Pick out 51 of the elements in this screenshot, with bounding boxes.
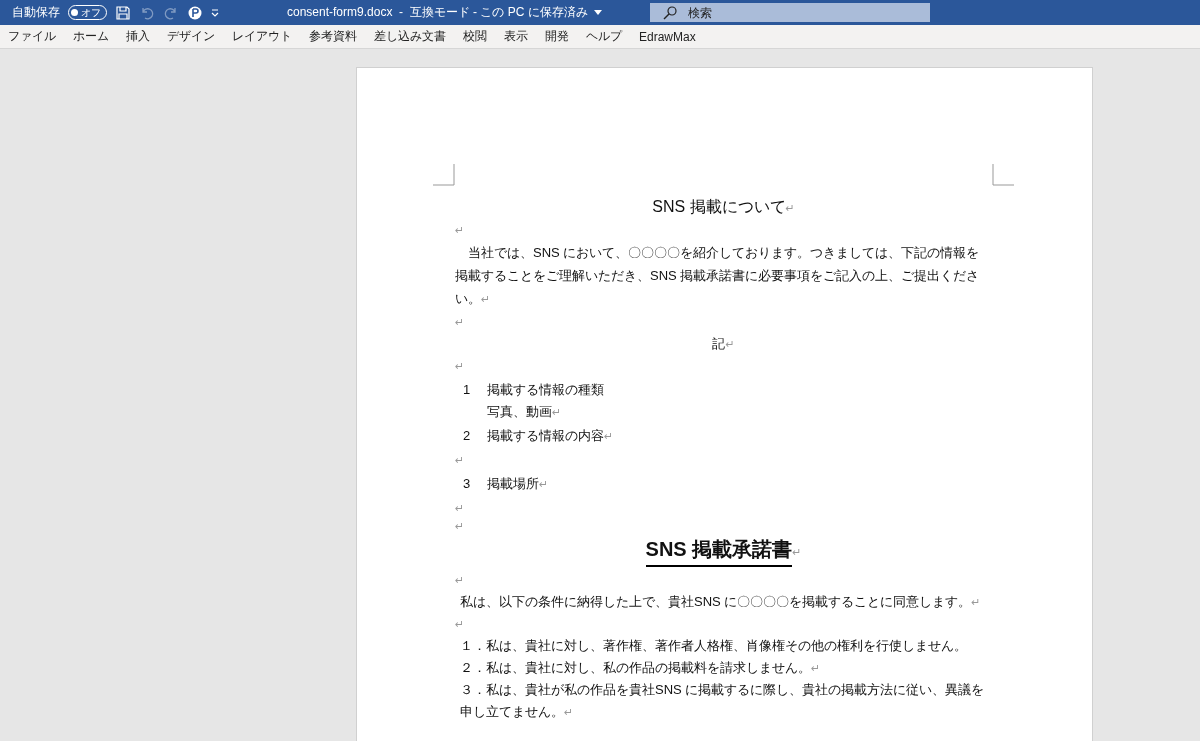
paragraph-mark: ↵ <box>604 430 614 442</box>
file-title[interactable]: consent-form9.docx - 互換モード - この PC に保存済み <box>287 4 588 21</box>
search-field[interactable]: 検索 <box>649 3 930 22</box>
paragraph-text: ２．私は、貴社に対し、私の作品の掲載料を請求しません。↵ <box>460 660 821 675</box>
paragraph-text: ３．私は、貴社が私の作品を貴社SNS に掲載するに際し、貴社の掲載方法に従い、異議を申し立てません。↵ <box>460 682 985 719</box>
ribbon-tab[interactable]: ホーム <box>73 25 117 48</box>
ribbon-tab[interactable]: 差し込み文書 <box>374 25 454 48</box>
item-number: 1 <box>463 381 472 399</box>
ribbon-tab[interactable]: ヘルプ <box>586 25 630 48</box>
ribbon-tab[interactable]: デザイン <box>167 25 223 48</box>
item-number: 2 <box>463 427 472 445</box>
ribbon-tab[interactable]: 表示 <box>504 25 536 48</box>
customize-caret-icon[interactable] <box>211 8 219 17</box>
caret-icon[interactable] <box>593 9 602 16</box>
body-paragraph: 当社では、SNS において、〇〇〇〇を紹介しております。つきましては、下記の情報を掲載することをご理解いただき、SNS 掲載承諾書に必要事項をご記入の上、ご提出ください。↵ <box>455 245 980 306</box>
document-title: SNS 掲載について <box>652 198 786 215</box>
paragraph-mark: ↵ <box>455 618 465 630</box>
form-heading: SNS 掲載承諾書 <box>645 538 793 567</box>
margin-corner-icon <box>433 164 455 186</box>
ribbon-tab[interactable]: 参考資料 <box>309 25 365 48</box>
paragraph-mark: ↵ <box>455 502 465 514</box>
ribbon-tab[interactable]: 校閲 <box>463 25 495 48</box>
paragraph-mark: ↵ <box>455 520 465 532</box>
search-icon <box>661 5 678 21</box>
paragraph-mark: ↵ <box>792 546 802 558</box>
paragraph-mark: ↵ <box>725 338 735 350</box>
ribbon-tab[interactable]: EdrawMax <box>639 25 704 48</box>
paragraph-text: １．私は、貴社に対し、著作権、著作者人格権、肖像権その他の権利を行使しません。 <box>460 638 967 653</box>
ribbon-tab[interactable]: レイアウト <box>232 25 300 48</box>
touch-mode-icon[interactable] <box>187 4 203 21</box>
save-icon[interactable] <box>115 4 131 21</box>
item-number: 3 <box>463 475 472 493</box>
ribbon-tab[interactable]: ファイル <box>8 25 64 48</box>
paragraph-mark: ↵ <box>455 454 465 466</box>
item-text: 掲載場所 <box>487 476 539 491</box>
ribbon-tab[interactable]: 開発 <box>545 25 577 48</box>
paragraph-text: 私は、以下の条件に納得した上で、貴社SNS に〇〇〇〇を掲載することに同意します。↵ <box>460 594 981 609</box>
margin-corner-icon <box>992 164 1014 186</box>
item-text: 掲載する情報の種類 <box>487 382 604 397</box>
item-text: 掲載する情報の内容 <box>487 428 604 443</box>
centered-text: 記 <box>712 336 726 351</box>
paragraph-mark: ↵ <box>455 360 465 372</box>
item-subtext: 写真、動画 <box>487 404 552 419</box>
paragraph-mark: ↵ <box>539 478 549 490</box>
paragraph-mark: ↵ <box>455 224 465 236</box>
autosave-label: 自動保存 <box>12 4 60 21</box>
paragraph-mark: ↵ <box>455 574 465 586</box>
paragraph-mark: ↵ <box>552 406 562 418</box>
paragraph-mark: ↵ <box>785 202 795 214</box>
ribbon-tab[interactable]: 挿入 <box>126 25 158 48</box>
paragraph-mark: ↵ <box>455 316 465 328</box>
